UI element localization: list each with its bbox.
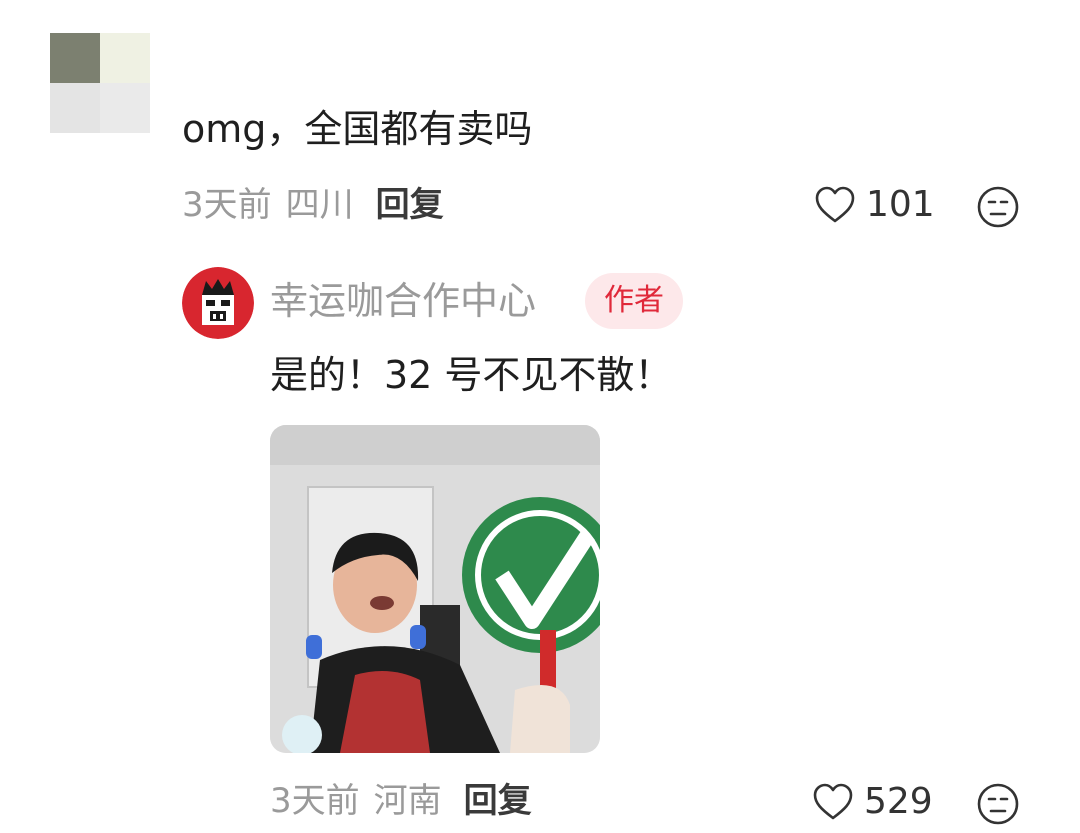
heart-outline-icon — [814, 186, 856, 224]
comment-time: 3天前 — [182, 185, 272, 225]
reply-region: 河南 — [373, 781, 442, 821]
comment-text: omg，全国都有卖吗 — [182, 107, 533, 151]
like-count: 529 — [864, 781, 933, 822]
commenter-avatar[interactable] — [50, 33, 150, 133]
heart-outline-icon — [812, 783, 854, 821]
author-badge: 作者 — [585, 273, 683, 329]
author-avatar[interactable] — [182, 267, 254, 339]
comment-region: 四川 — [285, 185, 354, 225]
comment-meta: 3天前 四川 回复 — [182, 188, 444, 222]
dislike-face-icon[interactable] — [976, 782, 1020, 826]
reply-button[interactable]: 回复 — [376, 185, 444, 225]
reply-button[interactable]: 回复 — [464, 781, 532, 821]
like-button[interactable]: 529 — [812, 783, 933, 821]
reply-sticker-image[interactable] — [270, 425, 600, 753]
reply-text: 是的！32 号不见不散！ — [270, 353, 673, 397]
dislike-face-icon[interactable] — [976, 185, 1020, 229]
reply-time: 3天前 — [270, 781, 360, 821]
author-name[interactable]: 幸运咖合作中心 — [270, 282, 536, 320]
like-count: 101 — [866, 184, 935, 225]
reply-meta: 3天前 河南 回复 — [270, 784, 532, 818]
like-button[interactable]: 101 — [814, 186, 935, 224]
